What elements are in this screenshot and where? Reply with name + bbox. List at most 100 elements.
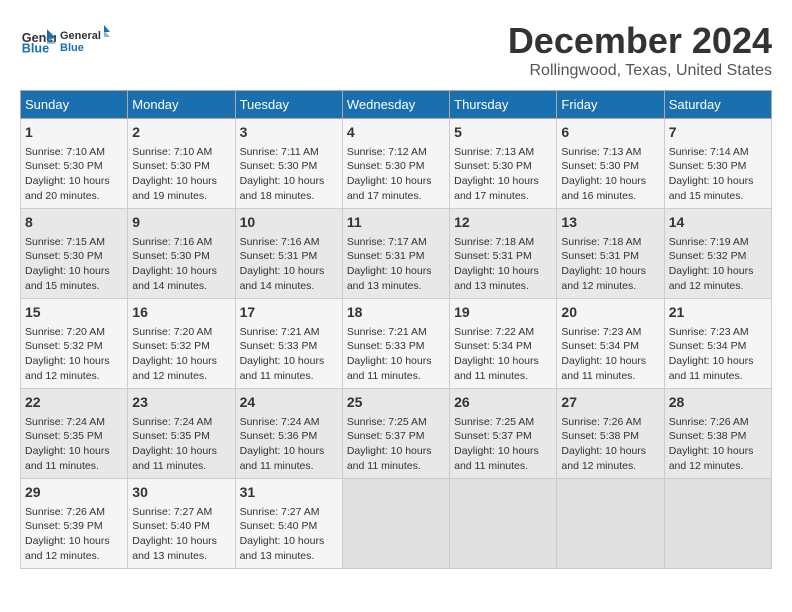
day-info: Sunrise: 7:10 AM Sunset: 5:30 PM Dayligh…	[132, 145, 230, 204]
day-number: 7	[669, 123, 767, 143]
calendar-cell: 19Sunrise: 7:22 AM Sunset: 5:34 PM Dayli…	[450, 299, 557, 389]
day-info: Sunrise: 7:25 AM Sunset: 5:37 PM Dayligh…	[347, 415, 445, 474]
day-number: 27	[561, 393, 659, 413]
calendar-cell: 6Sunrise: 7:13 AM Sunset: 5:30 PM Daylig…	[557, 119, 664, 209]
svg-text:Blue: Blue	[22, 42, 49, 56]
day-number: 13	[561, 213, 659, 233]
day-info: Sunrise: 7:15 AM Sunset: 5:30 PM Dayligh…	[25, 235, 123, 294]
day-number: 8	[25, 213, 123, 233]
calendar-week-row: 1Sunrise: 7:10 AM Sunset: 5:30 PM Daylig…	[21, 119, 772, 209]
day-number: 11	[347, 213, 445, 233]
day-number: 17	[240, 303, 338, 323]
calendar-cell: 3Sunrise: 7:11 AM Sunset: 5:30 PM Daylig…	[235, 119, 342, 209]
header-wednesday: Wednesday	[342, 91, 449, 119]
day-number: 19	[454, 303, 552, 323]
day-number: 5	[454, 123, 552, 143]
page-header: General Blue General Blue December 2024 …	[20, 20, 772, 80]
day-number: 6	[561, 123, 659, 143]
day-info: Sunrise: 7:23 AM Sunset: 5:34 PM Dayligh…	[561, 325, 659, 384]
day-info: Sunrise: 7:10 AM Sunset: 5:30 PM Dayligh…	[25, 145, 123, 204]
day-info: Sunrise: 7:26 AM Sunset: 5:38 PM Dayligh…	[669, 415, 767, 474]
calendar-cell: 14Sunrise: 7:19 AM Sunset: 5:32 PM Dayli…	[664, 209, 771, 299]
day-info: Sunrise: 7:16 AM Sunset: 5:30 PM Dayligh…	[132, 235, 230, 294]
logo-icon: General Blue	[20, 22, 56, 58]
day-number: 26	[454, 393, 552, 413]
calendar-cell: 7Sunrise: 7:14 AM Sunset: 5:30 PM Daylig…	[664, 119, 771, 209]
calendar-cell: 13Sunrise: 7:18 AM Sunset: 5:31 PM Dayli…	[557, 209, 664, 299]
day-info: Sunrise: 7:27 AM Sunset: 5:40 PM Dayligh…	[132, 505, 230, 564]
general-blue-logo-svg: General Blue	[60, 20, 110, 60]
calendar-cell: 31Sunrise: 7:27 AM Sunset: 5:40 PM Dayli…	[235, 479, 342, 569]
calendar-cell: 29Sunrise: 7:26 AM Sunset: 5:39 PM Dayli…	[21, 479, 128, 569]
calendar-cell: 8Sunrise: 7:15 AM Sunset: 5:30 PM Daylig…	[21, 209, 128, 299]
calendar-cell: 10Sunrise: 7:16 AM Sunset: 5:31 PM Dayli…	[235, 209, 342, 299]
calendar-cell: 9Sunrise: 7:16 AM Sunset: 5:30 PM Daylig…	[128, 209, 235, 299]
day-number: 9	[132, 213, 230, 233]
day-info: Sunrise: 7:26 AM Sunset: 5:38 PM Dayligh…	[561, 415, 659, 474]
calendar-cell: 4Sunrise: 7:12 AM Sunset: 5:30 PM Daylig…	[342, 119, 449, 209]
day-info: Sunrise: 7:19 AM Sunset: 5:32 PM Dayligh…	[669, 235, 767, 294]
calendar-cell: 28Sunrise: 7:26 AM Sunset: 5:38 PM Dayli…	[664, 389, 771, 479]
header-saturday: Saturday	[664, 91, 771, 119]
day-number: 16	[132, 303, 230, 323]
calendar-cell: 2Sunrise: 7:10 AM Sunset: 5:30 PM Daylig…	[128, 119, 235, 209]
day-number: 1	[25, 123, 123, 143]
calendar-cell: 22Sunrise: 7:24 AM Sunset: 5:35 PM Dayli…	[21, 389, 128, 479]
calendar-cell: 23Sunrise: 7:24 AM Sunset: 5:35 PM Dayli…	[128, 389, 235, 479]
calendar-cell: 24Sunrise: 7:24 AM Sunset: 5:36 PM Dayli…	[235, 389, 342, 479]
calendar-week-row: 15Sunrise: 7:20 AM Sunset: 5:32 PM Dayli…	[21, 299, 772, 389]
calendar-cell	[664, 479, 771, 569]
calendar-cell	[450, 479, 557, 569]
day-info: Sunrise: 7:20 AM Sunset: 5:32 PM Dayligh…	[25, 325, 123, 384]
header-sunday: Sunday	[21, 91, 128, 119]
day-number: 18	[347, 303, 445, 323]
day-info: Sunrise: 7:22 AM Sunset: 5:34 PM Dayligh…	[454, 325, 552, 384]
header-thursday: Thursday	[450, 91, 557, 119]
calendar-cell: 21Sunrise: 7:23 AM Sunset: 5:34 PM Dayli…	[664, 299, 771, 389]
calendar-cell: 18Sunrise: 7:21 AM Sunset: 5:33 PM Dayli…	[342, 299, 449, 389]
day-info: Sunrise: 7:20 AM Sunset: 5:32 PM Dayligh…	[132, 325, 230, 384]
calendar-table: SundayMondayTuesdayWednesdayThursdayFrid…	[20, 90, 772, 569]
calendar-week-row: 8Sunrise: 7:15 AM Sunset: 5:30 PM Daylig…	[21, 209, 772, 299]
day-number: 21	[669, 303, 767, 323]
day-info: Sunrise: 7:25 AM Sunset: 5:37 PM Dayligh…	[454, 415, 552, 474]
calendar-cell: 11Sunrise: 7:17 AM Sunset: 5:31 PM Dayli…	[342, 209, 449, 299]
day-number: 4	[347, 123, 445, 143]
day-info: Sunrise: 7:27 AM Sunset: 5:40 PM Dayligh…	[240, 505, 338, 564]
day-info: Sunrise: 7:24 AM Sunset: 5:35 PM Dayligh…	[25, 415, 123, 474]
day-info: Sunrise: 7:24 AM Sunset: 5:35 PM Dayligh…	[132, 415, 230, 474]
day-number: 22	[25, 393, 123, 413]
day-info: Sunrise: 7:21 AM Sunset: 5:33 PM Dayligh…	[240, 325, 338, 384]
calendar-week-row: 29Sunrise: 7:26 AM Sunset: 5:39 PM Dayli…	[21, 479, 772, 569]
calendar-cell: 16Sunrise: 7:20 AM Sunset: 5:32 PM Dayli…	[128, 299, 235, 389]
day-number: 15	[25, 303, 123, 323]
calendar-cell: 20Sunrise: 7:23 AM Sunset: 5:34 PM Dayli…	[557, 299, 664, 389]
month-title: December 2024	[508, 20, 772, 62]
day-number: 24	[240, 393, 338, 413]
calendar-cell: 17Sunrise: 7:21 AM Sunset: 5:33 PM Dayli…	[235, 299, 342, 389]
day-number: 25	[347, 393, 445, 413]
calendar-cell: 26Sunrise: 7:25 AM Sunset: 5:37 PM Dayli…	[450, 389, 557, 479]
calendar-cell	[342, 479, 449, 569]
calendar-cell: 25Sunrise: 7:25 AM Sunset: 5:37 PM Dayli…	[342, 389, 449, 479]
day-info: Sunrise: 7:24 AM Sunset: 5:36 PM Dayligh…	[240, 415, 338, 474]
day-info: Sunrise: 7:17 AM Sunset: 5:31 PM Dayligh…	[347, 235, 445, 294]
day-info: Sunrise: 7:11 AM Sunset: 5:30 PM Dayligh…	[240, 145, 338, 204]
day-info: Sunrise: 7:13 AM Sunset: 5:30 PM Dayligh…	[454, 145, 552, 204]
day-number: 10	[240, 213, 338, 233]
header-tuesday: Tuesday	[235, 91, 342, 119]
day-number: 23	[132, 393, 230, 413]
day-number: 20	[561, 303, 659, 323]
calendar-cell: 30Sunrise: 7:27 AM Sunset: 5:40 PM Dayli…	[128, 479, 235, 569]
calendar-cell: 15Sunrise: 7:20 AM Sunset: 5:32 PM Dayli…	[21, 299, 128, 389]
calendar-cell: 12Sunrise: 7:18 AM Sunset: 5:31 PM Dayli…	[450, 209, 557, 299]
header-friday: Friday	[557, 91, 664, 119]
day-number: 30	[132, 483, 230, 503]
day-info: Sunrise: 7:26 AM Sunset: 5:39 PM Dayligh…	[25, 505, 123, 564]
day-info: Sunrise: 7:13 AM Sunset: 5:30 PM Dayligh…	[561, 145, 659, 204]
day-number: 31	[240, 483, 338, 503]
calendar-header-row: SundayMondayTuesdayWednesdayThursdayFrid…	[21, 91, 772, 119]
day-number: 28	[669, 393, 767, 413]
svg-text:General: General	[60, 30, 101, 42]
day-info: Sunrise: 7:14 AM Sunset: 5:30 PM Dayligh…	[669, 145, 767, 204]
